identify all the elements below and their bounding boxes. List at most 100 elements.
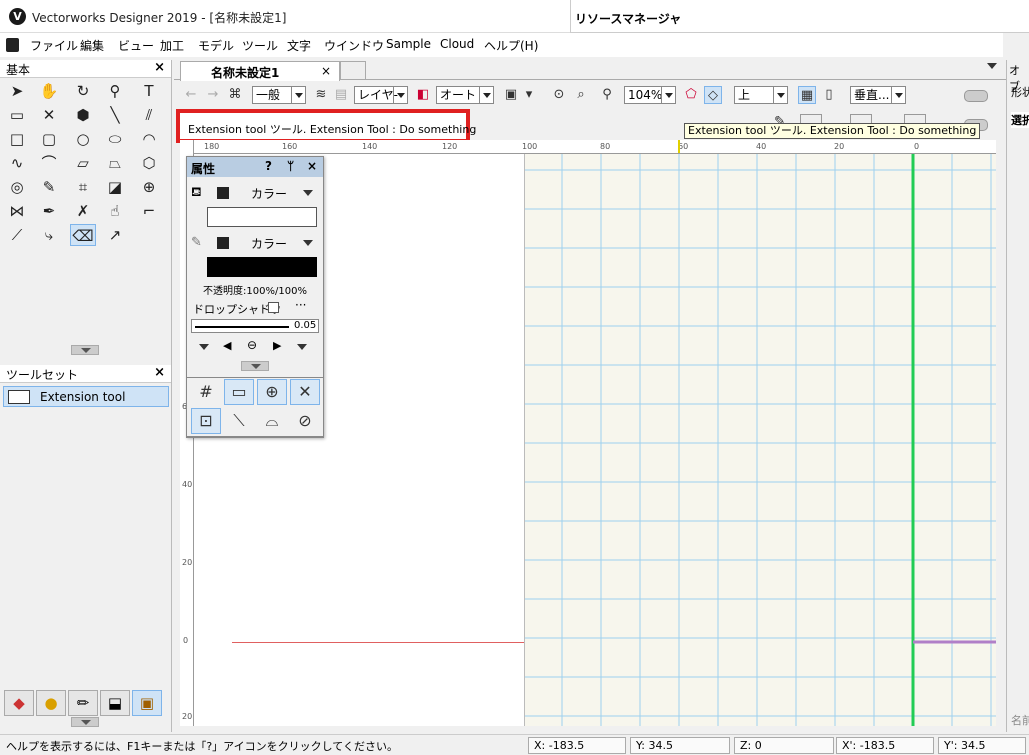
push-pull-icon[interactable]: ⬢	[70, 104, 96, 126]
chamfer-icon[interactable]: ⤷	[36, 224, 62, 246]
eyedropper-icon[interactable]: ✎	[36, 176, 62, 198]
back-arrow-icon[interactable]: ←	[182, 86, 200, 104]
menu-cloud[interactable]: Cloud	[440, 37, 474, 51]
arc-icon[interactable]: ◠	[136, 128, 162, 150]
close-icon[interactable]: ×	[321, 64, 331, 78]
double-polyline-icon[interactable]: ⏢	[102, 152, 128, 174]
toolset-header[interactable]: ツールセット ×	[0, 365, 171, 383]
end-marker-icon[interactable]: ▶	[273, 339, 281, 352]
circle-icon[interactable]: ○	[70, 128, 96, 150]
zoom-icon[interactable]: ⚲	[102, 80, 128, 102]
snap-angle-icon[interactable]: ⌓	[257, 408, 287, 434]
rounded-rect-icon[interactable]: ▢	[36, 128, 62, 150]
fill-color-field[interactable]	[207, 207, 317, 227]
attributes-collapse-button[interactable]	[241, 361, 269, 371]
fill-style-label[interactable]: カラー	[251, 185, 287, 202]
snap-point-icon[interactable]: ⊡	[191, 408, 221, 434]
document-tab[interactable]: 名称未設定1 ×	[180, 61, 340, 81]
page-icon[interactable]: ▣	[502, 86, 520, 104]
fill-style-dropdown-icon[interactable]	[303, 190, 313, 196]
drawing-sheet[interactable]	[523, 154, 996, 726]
shape-tab[interactable]: 形状	[1011, 84, 1029, 100]
pen-swatch[interactable]	[217, 237, 229, 249]
menu-view[interactable]: ビュー	[118, 37, 154, 54]
close-icon[interactable]: ×	[154, 60, 165, 75]
toolset-item-extension-tool[interactable]: Extension tool	[3, 386, 169, 407]
fill-swatch[interactable]	[217, 187, 229, 199]
mirror-icon[interactable]: ⋈	[4, 200, 30, 222]
view-bar-more-button[interactable]	[964, 90, 988, 102]
connect-icon[interactable]: ☝	[102, 200, 128, 222]
pen-style-label[interactable]: カラー	[251, 235, 287, 252]
snap-intersection-icon[interactable]: ✕	[290, 379, 320, 405]
flyover-icon[interactable]: ↻	[70, 80, 96, 102]
layout-icon[interactable]: ▯	[820, 86, 838, 104]
menu-help[interactable]: ヘルプ(H)	[484, 37, 538, 54]
new-tab-button[interactable]	[340, 61, 366, 79]
menu-file[interactable]: ファイル	[30, 37, 78, 54]
text-tool-icon[interactable]: T	[136, 80, 162, 102]
page-dropdown-icon[interactable]: ▾	[520, 86, 538, 104]
menu-model[interactable]: モデル	[198, 37, 234, 54]
spiral-icon[interactable]: ◎	[4, 176, 30, 198]
render-style-icon[interactable]: ▦	[798, 86, 816, 104]
plane-icon[interactable]: ◇	[704, 86, 722, 104]
fit-objects-icon[interactable]: ⊙	[550, 86, 568, 104]
snap-tangent-icon[interactable]: ⟍	[224, 408, 254, 434]
polyline-icon[interactable]: ⌒	[36, 152, 62, 174]
flip-icon[interactable]: ⬠	[682, 86, 700, 104]
start-marker-dropdown-icon[interactable]	[199, 344, 209, 350]
close-icon[interactable]: ×	[154, 365, 165, 380]
close-icon[interactable]: ×	[307, 159, 317, 173]
layer-view-icon[interactable]: ◧	[414, 86, 432, 104]
layer-options-icon[interactable]: ▤	[332, 86, 350, 104]
reshape-icon[interactable]: ⊕	[136, 176, 162, 198]
opacity-label[interactable]: 不透明度:100%/100%	[187, 282, 323, 297]
projection-dropdown[interactable]: 垂直...	[850, 86, 906, 104]
start-marker-icon[interactable]: ◀	[223, 339, 231, 352]
pen-style-dropdown-icon[interactable]	[303, 240, 313, 246]
freehand-icon[interactable]: ∿	[4, 152, 30, 174]
attributes-header[interactable]: 属性 ? ᛘ ×	[187, 157, 323, 177]
class-dropdown[interactable]: 一般	[252, 86, 306, 104]
palette-tabs-collapse-button[interactable]	[71, 717, 99, 727]
render-mode-dropdown[interactable]: オート	[436, 86, 494, 104]
resource-manager-header[interactable]: リソースマネージャ	[570, 0, 1029, 33]
render-tab-icon[interactable]: ◆	[4, 690, 34, 716]
offset-icon[interactable]: ⟋	[4, 224, 30, 246]
forward-arrow-icon[interactable]: →	[204, 86, 222, 104]
layer-dropdown[interactable]: レイヤ-	[354, 86, 408, 104]
oval-icon[interactable]: ⬭	[102, 128, 128, 150]
snap-grid-icon[interactable]: #	[191, 379, 221, 405]
document-icon[interactable]	[6, 38, 19, 52]
snap-box-icon[interactable]: ▭	[224, 379, 254, 405]
zoom-icon[interactable]: ⚲	[598, 86, 616, 104]
pin-icon[interactable]: ᛘ	[287, 159, 294, 173]
tab-menu-chevron-icon[interactable]	[987, 63, 997, 69]
crop-icon[interactable]: ⌗	[70, 176, 96, 198]
design-tab-icon[interactable]: ✏	[68, 690, 98, 716]
end-marker-dropdown-icon[interactable]	[297, 344, 307, 350]
pen-color-field[interactable]	[207, 257, 317, 277]
pan-hand-icon[interactable]: ✋	[36, 80, 62, 102]
menu-window[interactable]: ウインドウ	[324, 37, 384, 54]
menu-tools[interactable]: ツール	[242, 37, 278, 54]
menu-text[interactable]: 文字	[287, 37, 311, 54]
3d-tab-icon[interactable]: ⬓	[100, 690, 130, 716]
drop-shadow-more-button[interactable]: ···	[295, 298, 306, 312]
saved-views-icon[interactable]: ⌘	[226, 86, 244, 104]
leader-icon[interactable]: ↗	[102, 224, 128, 246]
clip-icon[interactable]: ◪	[102, 176, 128, 198]
line-tool-icon[interactable]: ╲	[102, 104, 128, 126]
help-icon[interactable]: ?	[265, 159, 272, 173]
light-tab-icon[interactable]: ●	[36, 690, 66, 716]
eraser-icon[interactable]: ⌫	[70, 224, 96, 246]
zoom-dropdown[interactable]: 104%	[624, 86, 676, 104]
rectangle-icon[interactable]: □	[4, 128, 30, 150]
split-icon[interactable]: ✒	[36, 200, 62, 222]
marker-link-icon[interactable]: ⊖	[247, 338, 257, 352]
fit-page-icon[interactable]: ⌕	[572, 86, 590, 104]
arrow-select-icon[interactable]: ➤	[4, 80, 30, 102]
fillet-icon[interactable]: ⌐	[136, 200, 162, 222]
view-dropdown[interactable]: 上	[734, 86, 788, 104]
